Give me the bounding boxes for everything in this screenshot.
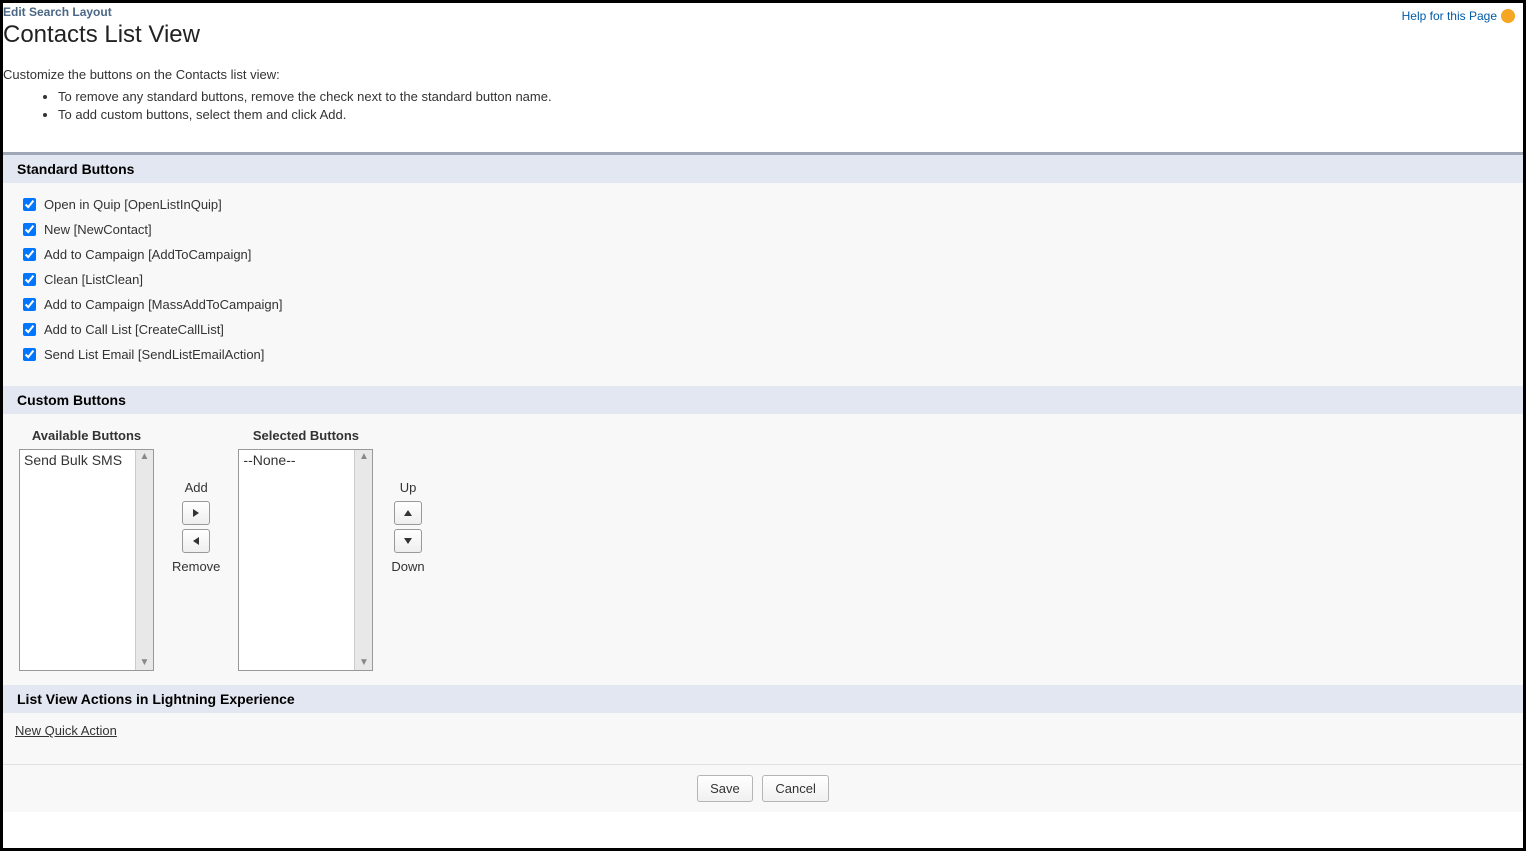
instruction-item: To remove any standard buttons, remove t… bbox=[58, 88, 1513, 106]
standard-button-row: New [NewContact] bbox=[23, 222, 1503, 237]
lightning-actions-header: List View Actions in Lightning Experienc… bbox=[3, 685, 1523, 713]
standard-button-label: Open in Quip [OpenListInQuip] bbox=[44, 197, 222, 212]
standard-button-row: Add to Call List [CreateCallList] bbox=[23, 322, 1503, 337]
arrow-down-icon bbox=[403, 536, 413, 546]
up-label: Up bbox=[400, 480, 417, 495]
selected-buttons-label: Selected Buttons bbox=[253, 428, 359, 443]
standard-button-checkbox-add-to-campaign[interactable] bbox=[23, 248, 36, 261]
standard-button-checkbox-mass-add-to-campaign[interactable] bbox=[23, 298, 36, 311]
arrow-right-icon bbox=[191, 508, 201, 518]
standard-button-label: New [NewContact] bbox=[44, 222, 152, 237]
selected-buttons-listbox[interactable]: --None-- ▲ ▼ bbox=[238, 449, 373, 671]
breadcrumb: Edit Search Layout bbox=[3, 5, 1513, 19]
help-for-this-page-link[interactable]: Help for this Page bbox=[1402, 9, 1515, 23]
custom-buttons-header: Custom Buttons bbox=[3, 386, 1523, 414]
move-down-button[interactable] bbox=[394, 529, 422, 553]
instructions-list: To remove any standard buttons, remove t… bbox=[58, 88, 1513, 124]
standard-button-label: Add to Campaign [AddToCampaign] bbox=[44, 247, 251, 262]
standard-button-label: Add to Campaign [MassAddToCampaign] bbox=[44, 297, 282, 312]
standard-button-checkbox-clean[interactable] bbox=[23, 273, 36, 286]
help-icon bbox=[1501, 9, 1515, 23]
available-buttons-label: Available Buttons bbox=[32, 428, 141, 443]
add-button[interactable] bbox=[182, 501, 210, 525]
instruction-item: To add custom buttons, select them and c… bbox=[58, 106, 1513, 124]
standard-button-label: Add to Call List [CreateCallList] bbox=[44, 322, 224, 337]
listbox-scrollbar[interactable]: ▲ ▼ bbox=[354, 450, 372, 670]
page-title: Contacts List View bbox=[3, 21, 1513, 49]
standard-button-checkbox-add-to-call-list[interactable] bbox=[23, 323, 36, 336]
arrow-up-icon bbox=[403, 508, 413, 518]
scroll-up-icon: ▲ bbox=[359, 452, 369, 462]
scroll-down-icon: ▼ bbox=[359, 658, 369, 668]
standard-button-row: Send List Email [SendListEmailAction] bbox=[23, 347, 1503, 362]
standard-button-label: Send List Email [SendListEmailAction] bbox=[44, 347, 264, 362]
arrow-left-icon bbox=[191, 536, 201, 546]
standard-button-row: Add to Campaign [AddToCampaign] bbox=[23, 247, 1503, 262]
scroll-down-icon: ▼ bbox=[140, 658, 150, 668]
help-link-label: Help for this Page bbox=[1402, 9, 1497, 23]
scroll-up-icon: ▲ bbox=[140, 452, 150, 462]
move-up-button[interactable] bbox=[394, 501, 422, 525]
selected-button-item[interactable]: --None-- bbox=[239, 450, 372, 470]
standard-button-row: Add to Campaign [MassAddToCampaign] bbox=[23, 297, 1503, 312]
standard-button-checkbox-new[interactable] bbox=[23, 223, 36, 236]
down-label: Down bbox=[391, 559, 424, 574]
remove-button[interactable] bbox=[182, 529, 210, 553]
footer-bar: Save Cancel bbox=[3, 764, 1523, 812]
add-label: Add bbox=[185, 480, 208, 495]
standard-button-row: Clean [ListClean] bbox=[23, 272, 1503, 287]
new-quick-action-link[interactable]: New Quick Action bbox=[15, 723, 117, 738]
cancel-button[interactable]: Cancel bbox=[762, 775, 828, 802]
remove-label: Remove bbox=[172, 559, 220, 574]
lightning-actions-body: New Quick Action bbox=[3, 713, 1523, 764]
standard-buttons-body: Open in Quip [OpenListInQuip] New [NewCo… bbox=[3, 183, 1523, 386]
available-button-item[interactable]: Send Bulk SMS bbox=[20, 450, 153, 470]
standard-button-checkbox-open-in-quip[interactable] bbox=[23, 198, 36, 211]
standard-buttons-header: Standard Buttons bbox=[3, 155, 1523, 183]
available-buttons-listbox[interactable]: Send Bulk SMS ▲ ▼ bbox=[19, 449, 154, 671]
save-button[interactable]: Save bbox=[697, 775, 753, 802]
custom-buttons-body: Available Buttons Send Bulk SMS ▲ ▼ Add … bbox=[3, 414, 1523, 685]
listbox-scrollbar[interactable]: ▲ ▼ bbox=[135, 450, 153, 670]
standard-button-label: Clean [ListClean] bbox=[44, 272, 143, 287]
page-description: Customize the buttons on the Contacts li… bbox=[3, 67, 1513, 82]
standard-button-row: Open in Quip [OpenListInQuip] bbox=[23, 197, 1503, 212]
standard-button-checkbox-send-list-email[interactable] bbox=[23, 348, 36, 361]
